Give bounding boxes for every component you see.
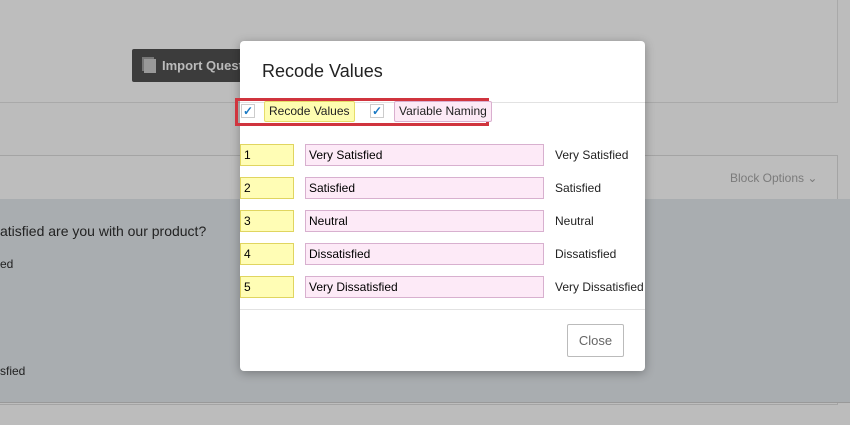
recode-row: Dissatisfied [240, 243, 645, 265]
recode-value-input[interactable] [240, 144, 294, 166]
recode-value-input[interactable] [240, 210, 294, 232]
recode-value-input[interactable] [240, 177, 294, 199]
variable-name-input[interactable] [305, 210, 544, 232]
recode-row: Very Satisfied [240, 144, 645, 166]
choice-label: Very Dissatisfied [555, 280, 644, 294]
variable-name-input[interactable] [305, 177, 544, 199]
recode-row: Very Dissatisfied [240, 276, 645, 298]
checkmark-icon: ✓ [371, 104, 383, 118]
choice-label: Very Satisfied [555, 148, 629, 162]
recode-values-checkbox[interactable]: ✓ [241, 104, 255, 118]
variable-name-input[interactable] [305, 144, 544, 166]
variable-name-input[interactable] [305, 243, 544, 265]
recode-values-toggle-label[interactable]: Recode Values [264, 101, 355, 122]
variable-naming-toggle-label[interactable]: Variable Naming [394, 101, 492, 122]
recode-values-dialog: Recode Values ✓ Recode Values ✓ Variable… [235, 41, 645, 371]
choice-label: sfied [0, 364, 26, 378]
variable-name-input[interactable] [305, 276, 544, 298]
recode-value-input[interactable] [240, 276, 294, 298]
recode-row: Satisfied [240, 177, 645, 199]
dialog-title: Recode Values [262, 61, 383, 81]
variable-naming-checkbox[interactable]: ✓ [370, 104, 384, 118]
choice-label: Dissatisfied [555, 247, 617, 261]
choice-label: Satisfied [555, 181, 602, 195]
divider [240, 309, 645, 310]
question-text: atisfied are you with our product? [0, 223, 207, 239]
import-questions-button[interactable]: Import Quest [132, 49, 252, 82]
choice-label: Neutral [555, 214, 594, 228]
choice-label: ed [0, 257, 14, 271]
copy-icon [144, 58, 156, 73]
recode-value-input[interactable] [240, 243, 294, 265]
chevron-down-icon: ⌄ [807, 171, 818, 185]
block-options-button[interactable]: Block Options ⌄ [730, 171, 817, 185]
checkmark-icon: ✓ [242, 104, 254, 118]
close-button[interactable]: Close [567, 324, 624, 357]
recode-row: Neutral [240, 210, 645, 232]
